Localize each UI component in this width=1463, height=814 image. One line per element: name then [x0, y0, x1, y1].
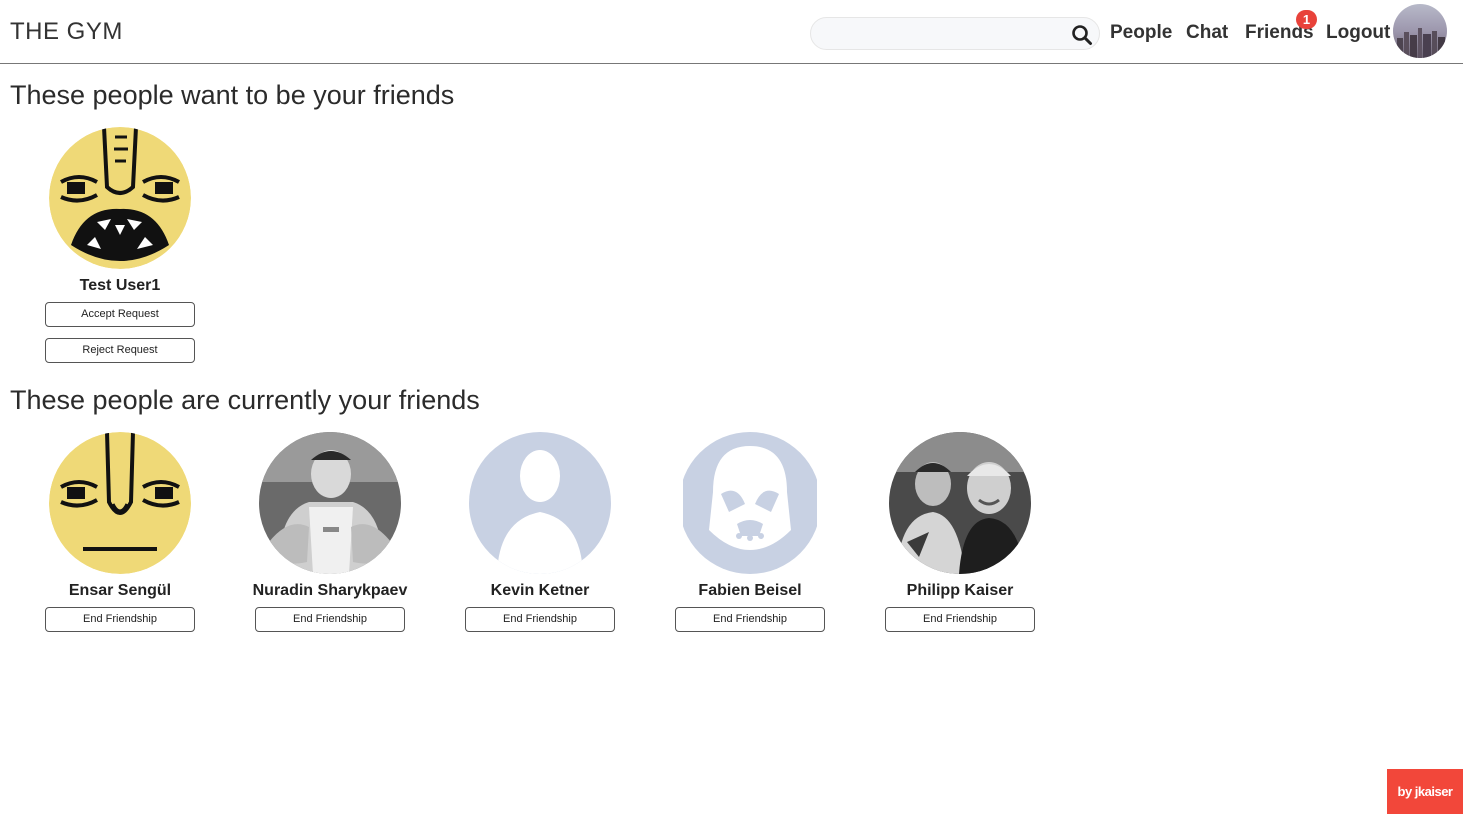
accept-request-button[interactable]: Accept Request: [45, 302, 195, 327]
end-friendship-button[interactable]: End Friendship: [255, 607, 405, 632]
user-name[interactable]: Test User1: [15, 277, 225, 295]
bodybuilder-photo-icon: [259, 432, 401, 574]
user-name[interactable]: Kevin Ketner: [435, 582, 645, 600]
user-avatar[interactable]: [469, 432, 611, 574]
nav-chat-link[interactable]: Chat: [1186, 22, 1228, 44]
user-name[interactable]: Philipp Kaiser: [855, 582, 1065, 600]
emoji-face-icon: [49, 432, 191, 574]
user-name[interactable]: Fabien Beisel: [645, 582, 855, 600]
user-name[interactable]: Ensar Sengül: [15, 582, 225, 600]
friend-request-badge: 1: [1296, 10, 1317, 29]
user-avatar[interactable]: [259, 432, 401, 574]
requests-section-title: These people want to be your friends: [10, 80, 455, 110]
friends-section-title: These people are currently your friends: [10, 385, 480, 415]
nav-people-link[interactable]: People: [1110, 22, 1172, 44]
nav-logout-link[interactable]: Logout: [1326, 22, 1390, 44]
search-input[interactable]: [823, 23, 1063, 45]
search-icon[interactable]: [1071, 24, 1093, 46]
author-credit-badge[interactable]: by jkaiser: [1387, 769, 1463, 814]
end-friendship-button[interactable]: End Friendship: [885, 607, 1035, 632]
user-avatar[interactable]: [679, 432, 821, 574]
emoji-face-icon: [49, 127, 191, 269]
silhouette-avatar-icon: [469, 432, 611, 574]
user-name[interactable]: Nuradin Sharykpaev: [225, 582, 435, 600]
end-friendship-button[interactable]: End Friendship: [45, 607, 195, 632]
end-friendship-button[interactable]: End Friendship: [675, 607, 825, 632]
top-navbar: THE GYM People Chat Friends 1 Logout: [0, 0, 1463, 64]
user-avatar[interactable]: [49, 127, 191, 269]
search-box: [810, 17, 1100, 50]
city-photo-icon: [1393, 4, 1447, 58]
end-friendship-button[interactable]: End Friendship: [465, 607, 615, 632]
reject-request-button[interactable]: Reject Request: [45, 338, 195, 363]
stormtrooper-avatar-icon: [679, 432, 821, 574]
profile-avatar[interactable]: [1393, 4, 1447, 58]
user-avatar[interactable]: [889, 432, 1031, 574]
brand-logo[interactable]: THE GYM: [10, 18, 123, 46]
user-avatar[interactable]: [49, 432, 191, 574]
selfie-photo-icon: [889, 432, 1031, 574]
